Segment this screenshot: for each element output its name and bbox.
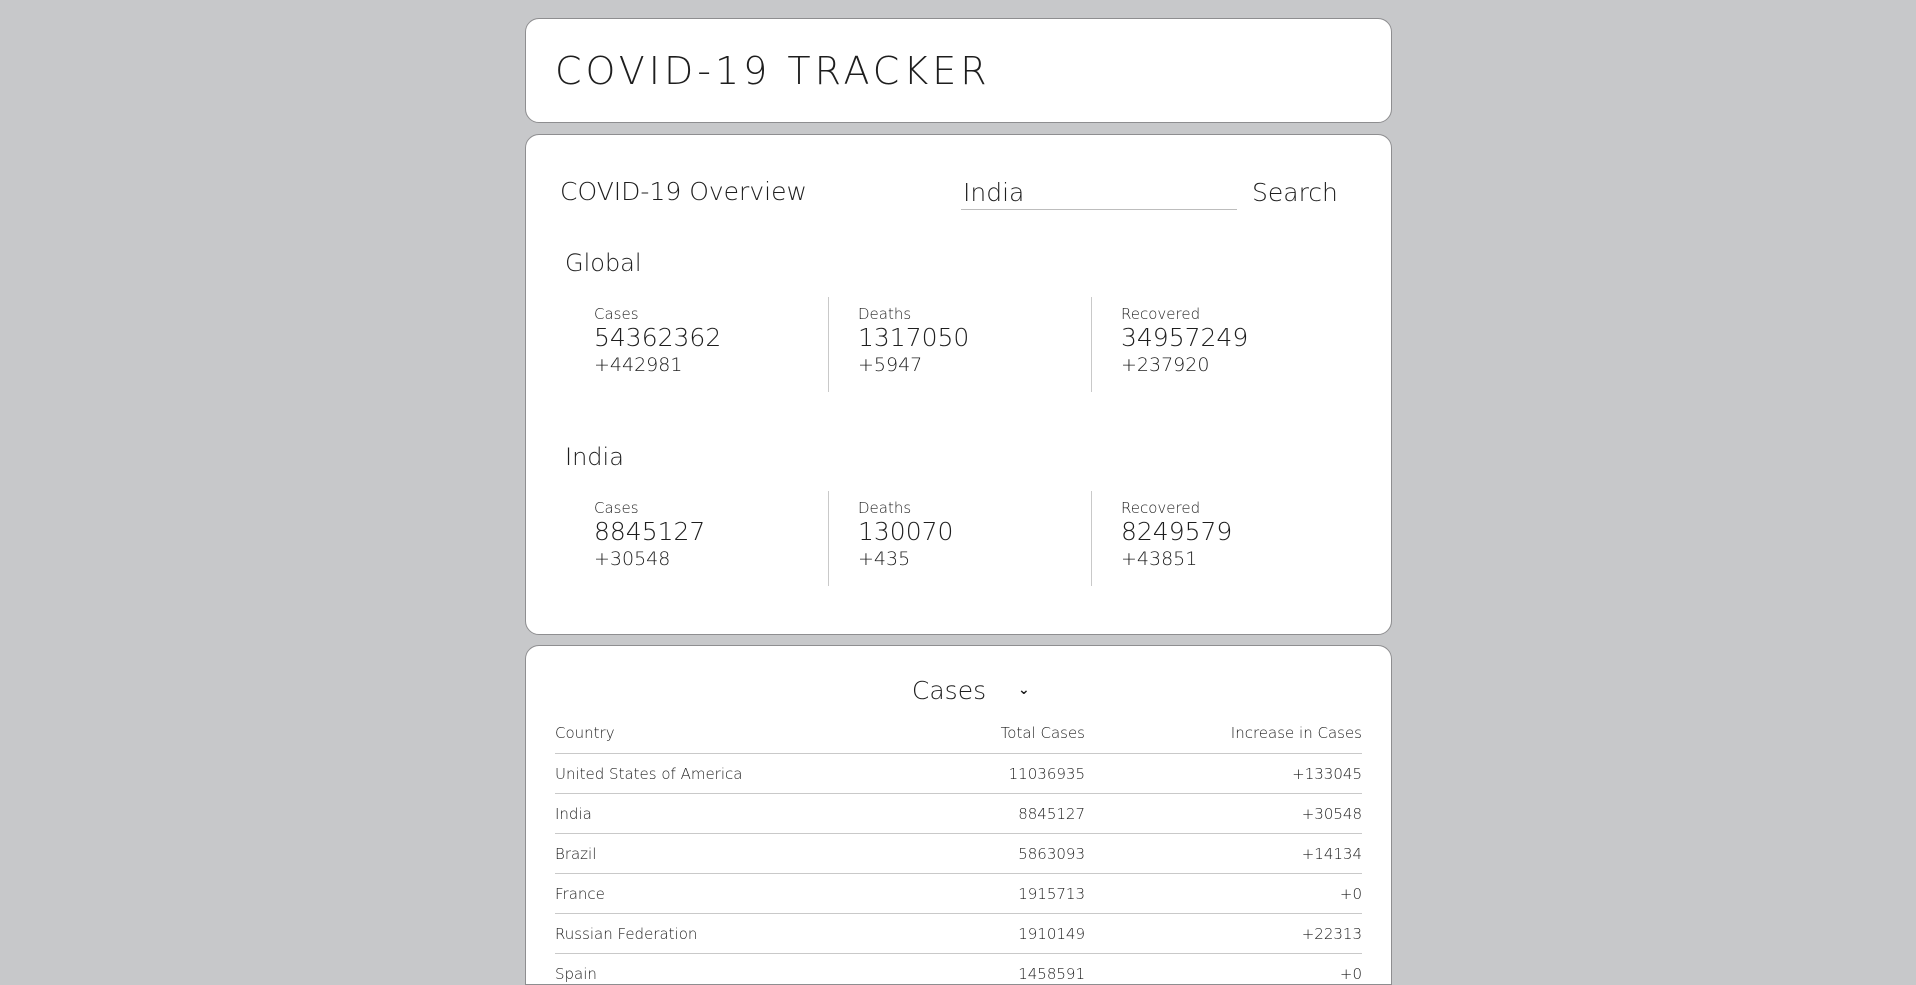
cell-country: Russian Federation	[555, 914, 885, 954]
cell-country: Spain	[555, 954, 885, 985]
app-title: COVID-19 TRACKER	[555, 49, 991, 93]
cell-total: 8845127	[885, 794, 1085, 834]
cell-total: 1915713	[885, 874, 1085, 914]
metric-select[interactable]: Cases ⌄	[886, 672, 1046, 708]
stat-label: Recovered	[1121, 305, 1354, 323]
global-deaths-stat: Deaths 1317050 +5947	[828, 297, 1091, 392]
table-row: Russian Federation 1910149 +22313	[555, 914, 1362, 954]
stat-delta: +442981	[594, 353, 828, 377]
column-header-total: Total Cases	[885, 712, 1085, 754]
cell-total: 11036935	[885, 754, 1085, 794]
cell-total: 5863093	[885, 834, 1085, 874]
stat-delta: +30548	[594, 547, 828, 571]
stat-delta: +237920	[1121, 353, 1354, 377]
stat-total: 8845127	[594, 517, 828, 547]
overview-title: COVID-19 Overview	[560, 175, 807, 209]
country-search-input[interactable]	[961, 175, 1237, 210]
global-section-title: Global	[565, 247, 642, 279]
cell-increase: +133045	[1085, 754, 1362, 794]
country-deaths-stat: Deaths 130070 +435	[828, 491, 1091, 586]
stat-total: 1317050	[858, 323, 1091, 353]
metric-select-value: Cases	[886, 676, 1012, 705]
table-row: Spain 1458591 +0	[555, 954, 1362, 985]
cell-total: 1910149	[885, 914, 1085, 954]
table-row: United States of America 11036935 +13304…	[555, 754, 1362, 794]
search-button[interactable]: Search	[1248, 173, 1342, 211]
table-row: France 1915713 +0	[555, 874, 1362, 914]
cell-total: 1458591	[885, 954, 1085, 985]
cell-increase: +30548	[1085, 794, 1362, 834]
header-card: COVID-19 TRACKER	[525, 18, 1392, 123]
cell-country: India	[555, 794, 885, 834]
country-section-title: India	[565, 441, 624, 473]
stat-total: 54362362	[594, 323, 828, 353]
cell-increase: +0	[1085, 874, 1362, 914]
country-table-card: Cases ⌄ Country Total Cases Increase in …	[525, 645, 1392, 985]
global-stats: Cases 54362362 +442981 Deaths 1317050 +5…	[565, 297, 1355, 392]
cell-increase: +14134	[1085, 834, 1362, 874]
stat-total: 130070	[858, 517, 1091, 547]
table-header-row: Country Total Cases Increase in Cases	[555, 712, 1362, 754]
cell-country: United States of America	[555, 754, 885, 794]
chevron-down-icon: ⌄	[1018, 682, 1030, 698]
country-recovered-stat: Recovered 8249579 +43851	[1091, 491, 1354, 586]
cell-country: France	[555, 874, 885, 914]
stat-label: Recovered	[1121, 499, 1354, 517]
stat-delta: +5947	[858, 353, 1091, 377]
stat-total: 34957249	[1121, 323, 1354, 353]
global-recovered-stat: Recovered 34957249 +237920	[1091, 297, 1354, 392]
stat-label: Deaths	[858, 499, 1091, 517]
overview-card: COVID-19 Overview Search Global Cases 54…	[525, 134, 1392, 635]
country-cases-stat: Cases 8845127 +30548	[565, 491, 828, 586]
global-cases-stat: Cases 54362362 +442981	[565, 297, 828, 392]
column-header-increase: Increase in Cases	[1085, 712, 1362, 754]
table-row: India 8845127 +30548	[555, 794, 1362, 834]
stat-label: Cases	[594, 499, 828, 517]
country-table: Country Total Cases Increase in Cases Un…	[555, 712, 1362, 985]
stat-label: Deaths	[858, 305, 1091, 323]
app-container: COVID-19 TRACKER COVID-19 Overview Searc…	[525, 18, 1392, 985]
stat-delta: +435	[858, 547, 1091, 571]
cell-increase: +0	[1085, 954, 1362, 985]
stat-delta: +43851	[1121, 547, 1354, 571]
stat-total: 8249579	[1121, 517, 1354, 547]
country-stats: Cases 8845127 +30548 Deaths 130070 +435 …	[565, 491, 1355, 586]
column-header-country: Country	[555, 712, 885, 754]
stat-label: Cases	[594, 305, 828, 323]
cell-increase: +22313	[1085, 914, 1362, 954]
table-row: Brazil 5863093 +14134	[555, 834, 1362, 874]
cell-country: Brazil	[555, 834, 885, 874]
